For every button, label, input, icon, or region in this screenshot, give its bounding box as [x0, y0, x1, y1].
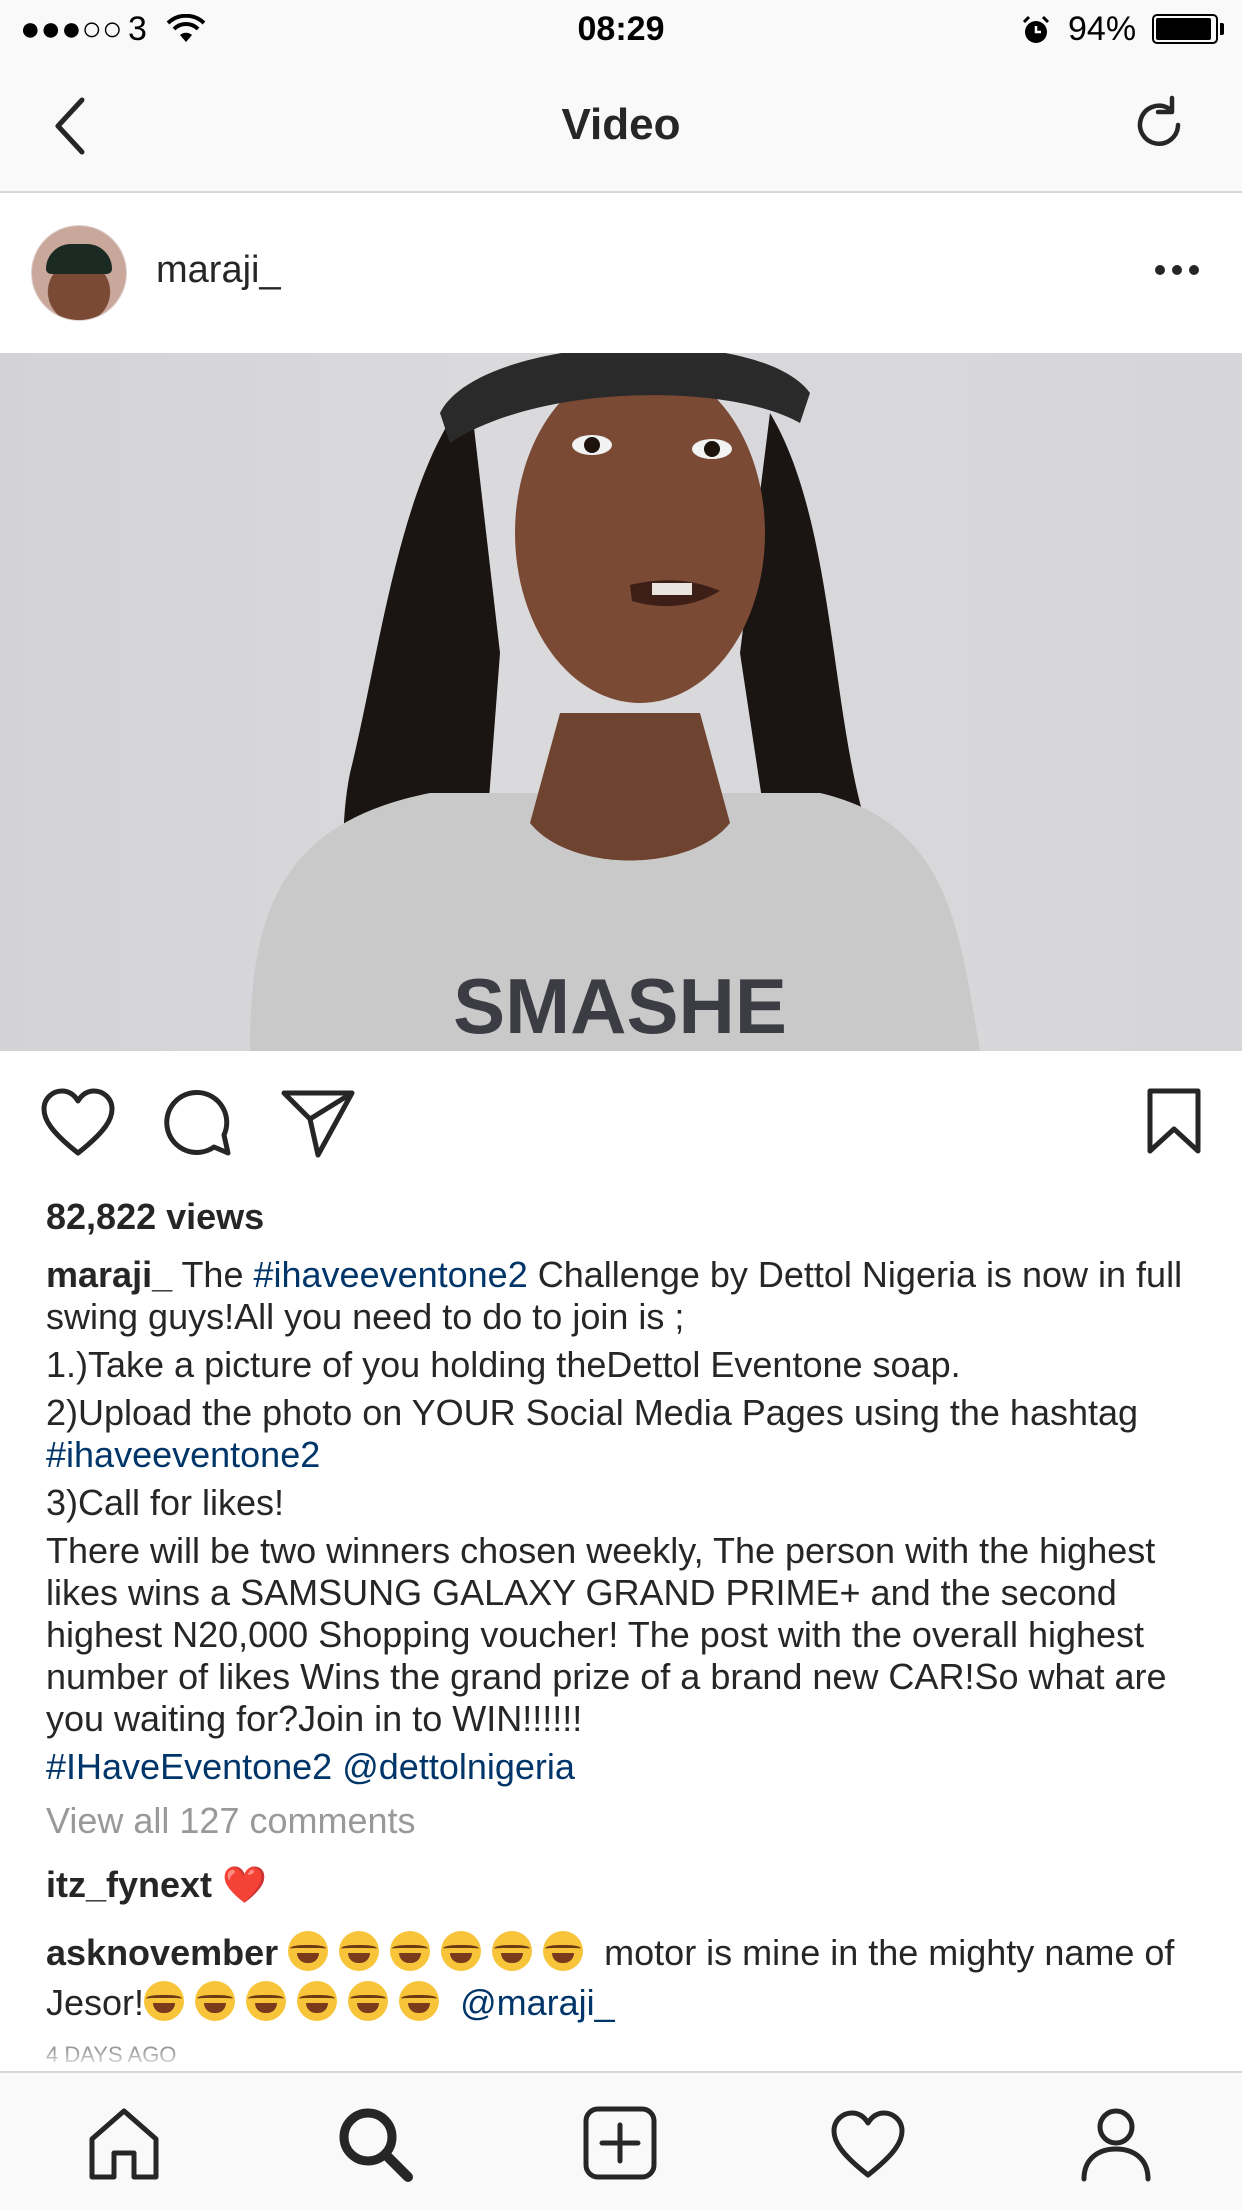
search-icon[interactable]: [334, 2103, 414, 2183]
laughing-emoji-icon: [144, 1981, 450, 2023]
views-count[interactable]: 82,822 views: [46, 1196, 264, 1238]
activity-icon[interactable]: [828, 2103, 908, 2183]
caption-step-1: 1.)Take a picture of you holding theDett…: [46, 1344, 961, 1385]
page-title: Video: [561, 100, 681, 149]
video-frame: SMASHE: [250, 353, 980, 1051]
mention-link[interactable]: @dettolnigeria: [342, 1746, 575, 1787]
caption-details: There will be two winners chosen weekly,…: [46, 1530, 1167, 1739]
post-username[interactable]: maraji_: [156, 249, 281, 292]
shirt-print-text: SMASHE: [453, 962, 787, 1050]
caption-step-3: 3)Call for likes!: [46, 1482, 285, 1523]
bookmark-icon[interactable]: [1146, 1087, 1202, 1155]
video-player[interactable]: SMASHE: [0, 353, 1242, 1051]
profile-icon[interactable]: [1076, 2103, 1156, 2183]
mention-link[interactable]: @maraji_: [460, 1982, 615, 2023]
alarm-icon: [1022, 15, 1050, 43]
caption-step-2: 2)Upload the photo on YOUR Social Media …: [46, 1392, 1139, 1433]
status-bar: ●●●○○ 3 08:29 94%: [0, 0, 1242, 60]
caption-author[interactable]: maraji_: [46, 1254, 172, 1295]
battery-percent: 94%: [1068, 10, 1137, 48]
refresh-icon[interactable]: [1128, 94, 1190, 156]
avatar[interactable]: [31, 225, 127, 321]
post-header: maraji_: [0, 193, 1242, 353]
battery-icon: [1152, 14, 1218, 44]
hashtag-link[interactable]: #ihaveeventone2: [46, 1434, 320, 1475]
add-icon[interactable]: [580, 2103, 660, 2183]
share-icon[interactable]: [280, 1087, 356, 1159]
home-icon[interactable]: [84, 2103, 164, 2183]
bottom-tab-bar: [0, 2071, 1242, 2210]
comment-username[interactable]: asknovember: [46, 1932, 278, 1973]
comment-username[interactable]: itz_fynext: [46, 1864, 212, 1905]
status-time: 08:29: [577, 10, 665, 48]
comment-icon[interactable]: [162, 1087, 234, 1159]
navigation-bar: Video: [0, 60, 1242, 193]
post-caption: maraji_ The #ihaveeventone2 Challenge by…: [46, 1254, 1206, 2082]
laughing-emoji-icon: [288, 1931, 594, 1973]
hashtag-link[interactable]: #IHaveEventone2: [46, 1746, 332, 1787]
hashtag-link[interactable]: #ihaveeventone2: [253, 1254, 527, 1295]
comment-text: ❤️: [222, 1864, 267, 1905]
post-actions: [0, 1051, 1242, 1201]
heart-icon[interactable]: [40, 1087, 116, 1159]
view-all-comments-link[interactable]: View all 127 comments: [46, 1800, 1206, 1842]
caption-text: The: [172, 1254, 254, 1295]
more-horizontal-icon[interactable]: [1154, 263, 1200, 277]
